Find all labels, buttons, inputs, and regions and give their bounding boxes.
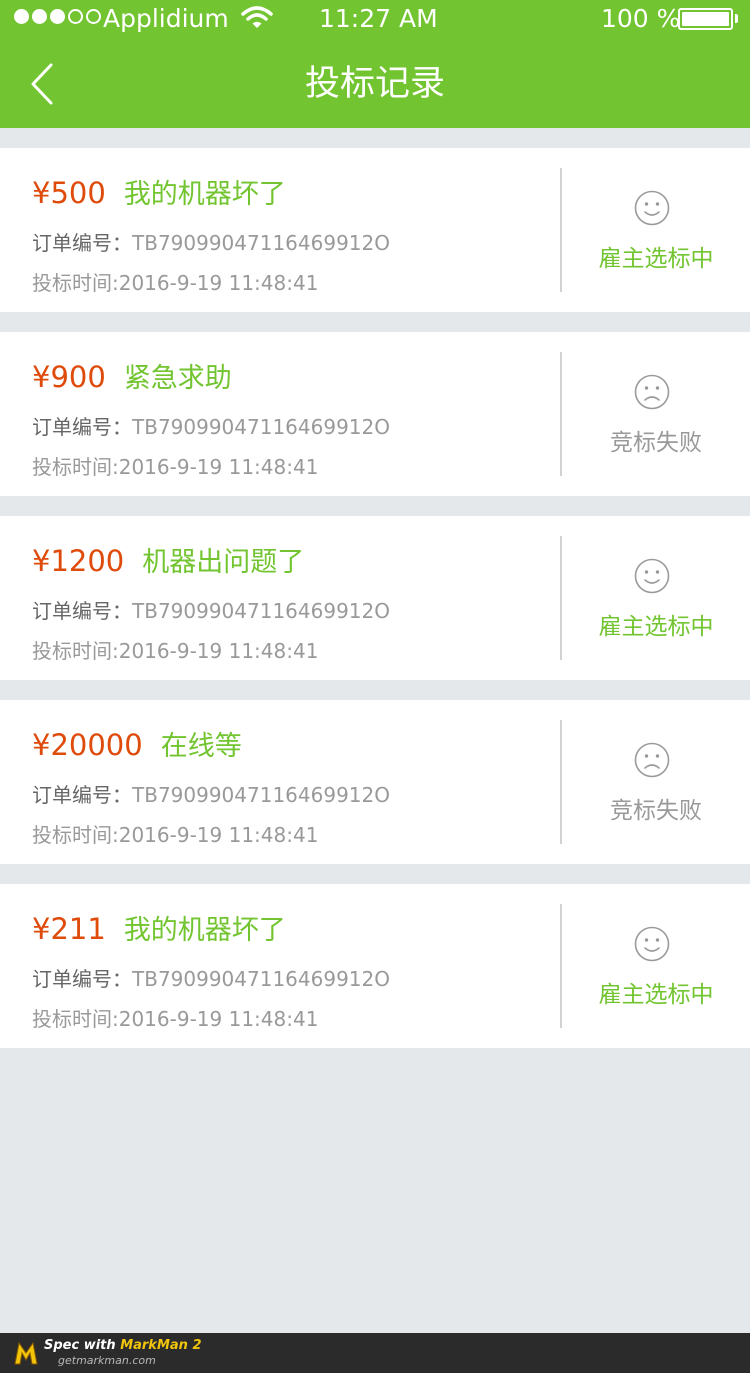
bid-price: ¥1200 <box>32 544 125 578</box>
order-number: 订单编号：TB79099047116469912O <box>32 414 390 440</box>
order-number: 订单编号：TB79099047116469912O <box>32 598 390 624</box>
order-number-label: 订单编号： <box>32 231 132 255</box>
footer-brand: MarkMan 2 <box>120 1338 202 1353</box>
order-number-label: 订单编号： <box>32 783 132 807</box>
bid-card[interactable]: ¥500 我的机器坏了 订单编号：TB79099047116469912O 投标时… <box>0 148 750 312</box>
bid-title: 紧急求助 <box>123 363 232 394</box>
markman-logo-icon <box>14 1341 38 1365</box>
bid-title: 我的机器坏了 <box>123 179 286 210</box>
markman-footer: Spec with MarkMan 2 getmarkman.com <box>0 1333 750 1373</box>
bid-price: ¥20000 <box>32 728 143 762</box>
bid-price-line: ¥20000 在线等 <box>32 728 242 764</box>
bid-status: 雇主选标中 <box>598 982 714 1008</box>
sad-face-icon <box>634 374 670 410</box>
order-number: 订单编号：TB79099047116469912O <box>32 782 390 808</box>
bid-time: 投标时间:2016-9-19 11:48:41 <box>32 1007 319 1031</box>
order-number: 订单编号：TB79099047116469912O <box>32 230 390 256</box>
order-number-value: TB79099047116469912O <box>132 783 390 807</box>
bid-price-line: ¥900 紧急求助 <box>32 360 232 396</box>
bid-status: 竞标失败 <box>610 798 702 824</box>
smile-face-icon <box>634 558 670 594</box>
order-number: 订单编号：TB79099047116469912O <box>32 966 390 992</box>
order-number-value: TB79099047116469912O <box>132 967 390 991</box>
bid-price-line: ¥1200 机器出问题了 <box>32 544 304 580</box>
bid-title: 机器出问题了 <box>142 547 305 578</box>
bid-time: 投标时间:2016-9-19 11:48:41 <box>32 271 319 295</box>
bid-card[interactable]: ¥211 我的机器坏了 订单编号：TB79099047116469912O 投标时… <box>0 884 750 1048</box>
bid-status: 雇主选标中 <box>598 614 714 640</box>
bid-status: 雇主选标中 <box>598 246 714 272</box>
smile-face-icon <box>634 190 670 226</box>
bid-card[interactable]: ¥20000 在线等 订单编号：TB79099047116469912O 投标时间… <box>0 700 750 864</box>
bid-card[interactable]: ¥1200 机器出问题了 订单编号：TB79099047116469912O 投标… <box>0 516 750 680</box>
status-time: 11:27 AM <box>319 4 438 33</box>
bid-time: 投标时间:2016-9-19 11:48:41 <box>32 639 319 663</box>
sad-face-icon <box>634 742 670 778</box>
battery-icon <box>678 8 733 30</box>
order-number-label: 订单编号： <box>32 599 132 623</box>
bid-price-line: ¥500 我的机器坏了 <box>32 176 286 212</box>
footer-spec-text: Spec with MarkMan 2 <box>44 1338 202 1353</box>
order-number-value: TB79099047116469912O <box>132 415 390 439</box>
bid-status: 竞标失败 <box>610 430 702 456</box>
order-number-value: TB79099047116469912O <box>132 599 390 623</box>
bid-price: ¥500 <box>32 176 106 210</box>
smile-face-icon <box>634 926 670 962</box>
order-number-label: 订单编号： <box>32 415 132 439</box>
bid-title: 在线等 <box>160 731 242 762</box>
bid-title: 我的机器坏了 <box>123 915 286 946</box>
order-number-label: 订单编号： <box>32 967 132 991</box>
bid-price: ¥211 <box>32 912 106 946</box>
status-bar: Applidium 11:27 AM 100 % <box>0 0 750 38</box>
page-title: 投标记录 <box>304 64 445 104</box>
carrier-name: Applidium <box>103 4 229 33</box>
battery-percentage: 100 % <box>601 4 681 33</box>
bid-list: ¥500 我的机器坏了 订单编号：TB79099047116469912O 投标时… <box>0 148 750 1068</box>
footer-spec-with: Spec with <box>44 1338 116 1353</box>
wifi-icon <box>241 6 273 28</box>
battery-cap <box>735 14 738 23</box>
signal-strength-icon <box>14 9 101 24</box>
bid-time: 投标时间:2016-9-19 11:48:41 <box>32 823 319 847</box>
bid-price-line: ¥211 我的机器坏了 <box>32 912 286 948</box>
nav-header: Applidium 11:27 AM 100 % 投标记录 <box>0 0 750 128</box>
bid-time: 投标时间:2016-9-19 11:48:41 <box>32 455 319 479</box>
bid-price: ¥900 <box>32 360 106 394</box>
footer-site: getmarkman.com <box>58 1354 156 1367</box>
bid-card[interactable]: ¥900 紧急求助 订单编号：TB79099047116469912O 投标时间:… <box>0 332 750 496</box>
order-number-value: TB79099047116469912O <box>132 231 390 255</box>
